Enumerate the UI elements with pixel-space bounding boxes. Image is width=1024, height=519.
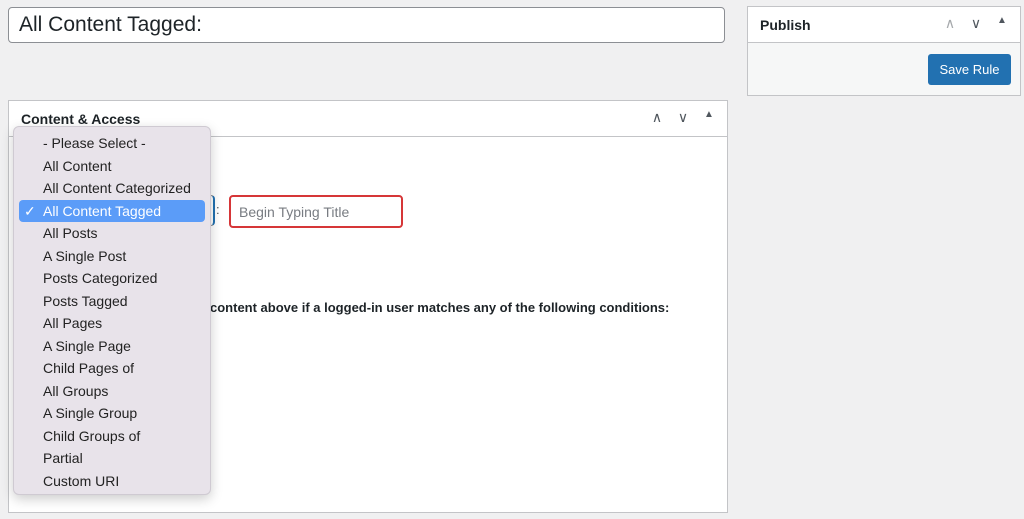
dropdown-option[interactable]: All Groups (19, 380, 205, 403)
option-label: Child Groups of (43, 427, 141, 444)
triangle-up-icon[interactable]: ▲ (701, 109, 717, 126)
dropdown-option[interactable]: - Please Select - (19, 132, 205, 155)
dropdown-option[interactable]: Custom URI (19, 470, 205, 493)
chevron-up-icon[interactable]: ∧ (942, 15, 958, 32)
chevron-down-icon[interactable]: ∨ (968, 15, 984, 32)
publish-box: Publish ∧ ∨ ▲ Save Rule (747, 6, 1021, 96)
option-label: A Single Group (43, 405, 138, 421)
dropdown-option[interactable]: A Single Group (19, 402, 205, 425)
option-label: Posts Tagged (43, 292, 128, 309)
dropdown-option[interactable]: A Single Post (19, 245, 205, 268)
dropdown-option[interactable]: All Posts (19, 222, 205, 245)
triangle-up-icon[interactable]: ▲ (994, 15, 1010, 32)
option-label: All Groups (43, 382, 109, 399)
option-label: A Single Post (43, 247, 127, 264)
option-label: All Content Tagged (43, 202, 162, 219)
chevron-up-icon[interactable]: ∧ (649, 109, 665, 126)
publish-title: Publish (760, 17, 811, 33)
dropdown-option[interactable]: Child Groups of (19, 425, 205, 448)
option-label: All Pages (43, 315, 103, 331)
option-label: A Single Page (43, 337, 131, 354)
option-label: All Content (43, 157, 112, 174)
dropdown-option[interactable]: All Pages (19, 312, 205, 335)
dropdown-option[interactable]: Child Pages of (19, 357, 205, 380)
separator: : (216, 202, 220, 217)
dropdown-option[interactable]: Posts Categorized (19, 267, 205, 290)
option-label: Partial (43, 450, 83, 466)
option-label: Custom URI (43, 472, 120, 489)
dropdown-option[interactable]: A Single Page (19, 335, 205, 358)
content-type-dropdown: - Please Select - All Content All Content … (13, 126, 211, 495)
option-label: Posts Categorized (43, 270, 158, 286)
content-access-title: Content & Access (21, 111, 141, 127)
dropdown-option[interactable]: ✓ All Content Tagged (19, 199, 205, 222)
rule-title-input[interactable] (8, 7, 725, 43)
publish-header: Publish ∧ ∨ ▲ (748, 7, 1020, 43)
dropdown-option[interactable]: All Content (19, 155, 205, 178)
option-label: Child Pages of (43, 360, 135, 376)
chevron-down-icon[interactable]: ∨ (675, 109, 691, 126)
title-search-input[interactable] (229, 195, 403, 228)
dropdown-option[interactable]: Partial (19, 447, 205, 470)
dropdown-option[interactable]: All Content Categorized (19, 177, 205, 200)
save-rule-button[interactable]: Save Rule (928, 54, 1011, 85)
option-label: All Posts (43, 225, 98, 241)
option-label: All Content Categorized (43, 180, 191, 196)
option-label: - Please Select - (43, 135, 146, 151)
checkmark-icon: ✓ (24, 202, 36, 219)
dropdown-option[interactable]: Posts Tagged (19, 290, 205, 313)
conditions-text: content above if a logged-in user matche… (210, 300, 670, 315)
